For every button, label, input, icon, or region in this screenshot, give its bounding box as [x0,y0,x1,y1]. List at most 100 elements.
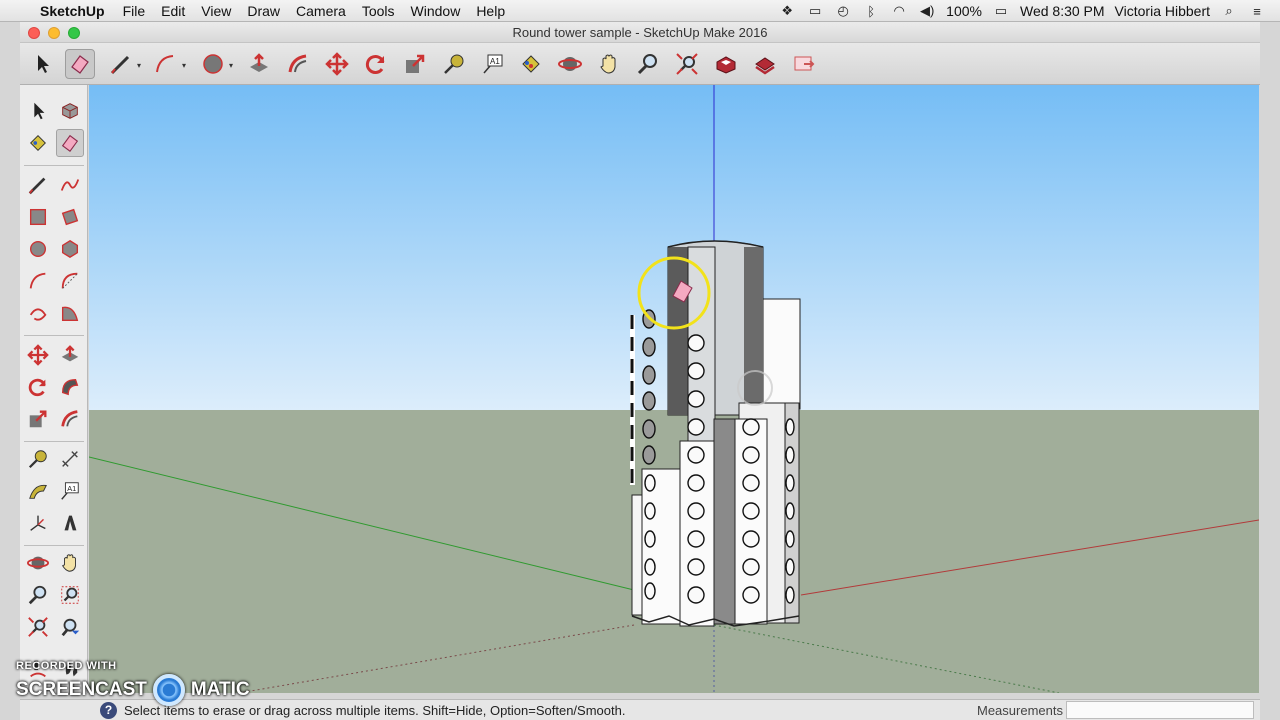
select-arrow-icon [38,55,49,73]
toolbar-zoom-button[interactable] [633,49,663,79]
spotlight-search-icon[interactable]: ⌕ [1220,3,1238,19]
line-dropdown-icon[interactable]: ▾ [137,61,141,70]
toolbar-tape-measure-button[interactable] [439,49,469,79]
palette-zoom-button[interactable] [24,581,52,609]
palette-eraser-button[interactable] [56,129,84,157]
menu-camera[interactable]: Camera [296,3,346,19]
arc-icon [156,55,174,73]
palette-text-button[interactable]: A1 [56,477,84,505]
menu-help[interactable]: Help [476,3,505,19]
palette-paint-bucket-button[interactable] [24,129,52,157]
svg-text:A1: A1 [490,57,500,66]
palette-divider [24,335,84,336]
palette-dimension-button[interactable] [56,445,84,473]
palette-polygon-button[interactable] [56,235,84,263]
toolbar-orbit-button[interactable] [555,49,585,79]
toolbar-layout-button[interactable] [789,49,819,79]
palette-axes-button[interactable] [24,509,52,537]
palette-previous-view-button[interactable] [56,613,84,641]
scene-canvas[interactable] [89,85,1259,693]
menu-window[interactable]: Window [411,3,461,19]
measurements-input[interactable] [1066,701,1254,719]
eraser-icon [61,134,79,153]
palette-freehand-button[interactable] [56,171,84,199]
window-close-button[interactable] [28,27,40,39]
palette-line-button[interactable] [24,171,52,199]
bluetooth-icon[interactable]: ᛒ [862,4,880,19]
circle-shape-icon [203,54,223,74]
toolbar-select-button[interactable] [28,49,58,79]
toolbar-shapes-button[interactable] [198,49,228,79]
volume-icon[interactable]: ◀) [918,3,936,19]
palette-arc-button[interactable] [24,267,52,295]
palette-push-pull-button[interactable] [56,341,84,369]
palette-rotate-button[interactable] [24,373,52,401]
palette-component-button[interactable] [56,97,84,125]
palette-orbit-button[interactable] [24,549,52,577]
toolbar-pan-button[interactable] [594,49,624,79]
layout-send-icon [794,56,815,71]
palette-3d-text-button[interactable] [56,509,84,537]
select-arrow-icon [34,102,45,120]
toolbar-offset-button[interactable] [283,49,313,79]
menu-clock[interactable]: Wed 8:30 PM [1020,3,1105,19]
menu-tools[interactable]: Tools [362,3,395,19]
screencast-logo-icon [152,674,185,706]
extension-warehouse-icon [755,57,775,75]
toolbar-text-button[interactable]: A1 [478,49,508,79]
palette-tape-measure-button[interactable] [24,445,52,473]
palette-follow-me-button[interactable] [56,373,84,401]
previous-view-icon [61,618,80,637]
pan-hand-icon [62,554,76,572]
palette-protractor-button[interactable] [24,477,52,505]
window-zoom-button[interactable] [68,27,80,39]
menu-draw[interactable]: Draw [247,3,280,19]
toolbar-zoom-extents-button[interactable] [672,49,702,79]
palette-move-button[interactable] [24,341,52,369]
toolbar-3d-warehouse-button[interactable] [711,49,741,79]
palette-pie-button[interactable] [56,299,84,327]
window-minimize-button[interactable] [48,27,60,39]
palette-circle-button[interactable] [24,235,52,263]
dropbox-icon[interactable]: ❖ [778,3,796,19]
time-machine-icon[interactable]: ◴ [834,3,852,19]
toolbar-line-button[interactable] [106,49,136,79]
screencast-watermark: RECORDED WITH SCREENCAST MATIC [16,660,250,706]
palette-rotated-rectangle-button[interactable] [56,203,84,231]
menu-app-name[interactable]: SketchUp [40,3,105,19]
modeling-viewport[interactable] [89,85,1259,693]
menu-view[interactable]: View [201,3,231,19]
circle-icon [29,240,47,258]
battery-percent[interactable]: 100% [946,3,982,19]
palette-offset-button[interactable] [56,405,84,433]
airplay-icon[interactable]: ▭ [806,3,824,19]
palette-scale-button[interactable] [24,405,52,433]
palette-rectangle-button[interactable] [24,203,52,231]
toolbar-scale-button[interactable] [400,49,430,79]
zoom-extents-icon [676,53,698,75]
toolbar-eraser-button[interactable] [65,49,95,79]
menu-file[interactable]: File [123,3,146,19]
pencil-icon [110,55,130,75]
palette-pan-button[interactable] [56,549,84,577]
palette-three-point-arc-button[interactable] [24,299,52,327]
menu-user[interactable]: Victoria Hibbert [1115,3,1210,19]
scale-icon [29,410,47,428]
battery-icon[interactable]: ▭ [992,3,1010,19]
notification-center-icon[interactable]: ≡ [1248,4,1266,19]
shapes-dropdown-icon[interactable]: ▾ [229,61,233,70]
palette-select-button[interactable] [24,97,52,125]
toolbar-extension-warehouse-button[interactable] [750,49,780,79]
toolbar-rotate-button[interactable] [361,49,391,79]
palette-divider [24,545,84,546]
toolbar-move-button[interactable] [322,49,352,79]
menu-edit[interactable]: Edit [161,3,185,19]
palette-zoom-window-button[interactable] [56,581,84,609]
toolbar-paint-bucket-button[interactable] [516,49,546,79]
palette-two-point-arc-button[interactable] [56,267,84,295]
toolbar-push-pull-button[interactable] [244,49,274,79]
toolbar-arc-button[interactable] [150,49,180,79]
arc-dropdown-icon[interactable]: ▾ [182,61,186,70]
palette-zoom-extents-button[interactable] [24,613,52,641]
wifi-icon[interactable]: ◠ [890,3,908,19]
